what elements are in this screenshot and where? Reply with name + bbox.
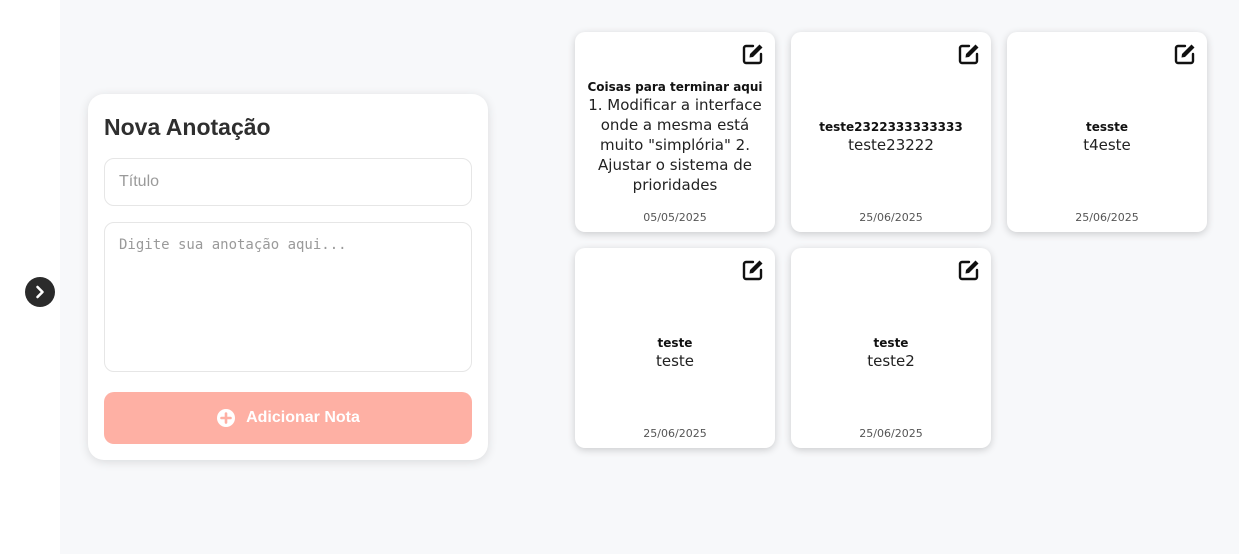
edit-note-button[interactable] — [957, 42, 981, 66]
note-content: teste — [655, 352, 695, 370]
note-date: 05/05/2025 — [643, 211, 707, 224]
add-note-button[interactable]: Adicionar Nota — [104, 392, 472, 444]
note-title: tesste — [1085, 120, 1129, 134]
note-date: 25/06/2025 — [643, 427, 707, 440]
edit-icon — [958, 44, 979, 65]
note-title: teste — [873, 336, 909, 350]
chevron-right-icon — [36, 285, 44, 299]
note-content: 1. Modificar a interface onde a mesma es… — [588, 96, 762, 194]
note-title: Coisas para terminar aqui — [587, 80, 763, 94]
add-note-label: Adicionar Nota — [246, 409, 360, 426]
note-content: teste2 — [867, 352, 915, 370]
note-content: teste23222 — [848, 136, 934, 154]
sidebar-rail — [0, 0, 60, 554]
edit-icon — [742, 260, 763, 281]
note-content: t4este — [1083, 136, 1131, 154]
form-heading: Nova Anotação — [104, 114, 271, 140]
note-date: 25/06/2025 — [859, 211, 923, 224]
edit-note-button[interactable] — [1173, 42, 1197, 66]
note-date: 25/06/2025 — [1075, 211, 1139, 224]
note-title: teste — [657, 336, 693, 350]
note-title: teste2322333333333 — [819, 120, 963, 134]
note-date: 25/06/2025 — [859, 427, 923, 440]
note-card[interactable]: teste2322333333333 teste23222 25/06/2025 — [791, 32, 991, 232]
note-card[interactable]: tesste t4este 25/06/2025 — [1007, 32, 1207, 232]
title-input[interactable] — [104, 158, 472, 206]
edit-note-button[interactable] — [957, 258, 981, 282]
edit-icon — [742, 44, 763, 65]
note-card[interactable]: teste teste2 25/06/2025 — [791, 248, 991, 448]
note-content-input[interactable] — [104, 222, 472, 372]
edit-note-button[interactable] — [741, 258, 765, 282]
plus-circle-icon — [217, 409, 236, 427]
note-card[interactable]: teste teste 25/06/2025 — [575, 248, 775, 448]
edit-note-button[interactable] — [741, 42, 765, 66]
new-note-form: Nova Anotação Adicionar Nota — [88, 94, 488, 460]
expand-sidebar-button[interactable] — [25, 277, 55, 307]
edit-icon — [1174, 44, 1195, 65]
note-card[interactable]: Coisas para terminar aqui 1. Modificar a… — [575, 32, 775, 232]
edit-icon — [958, 260, 979, 281]
